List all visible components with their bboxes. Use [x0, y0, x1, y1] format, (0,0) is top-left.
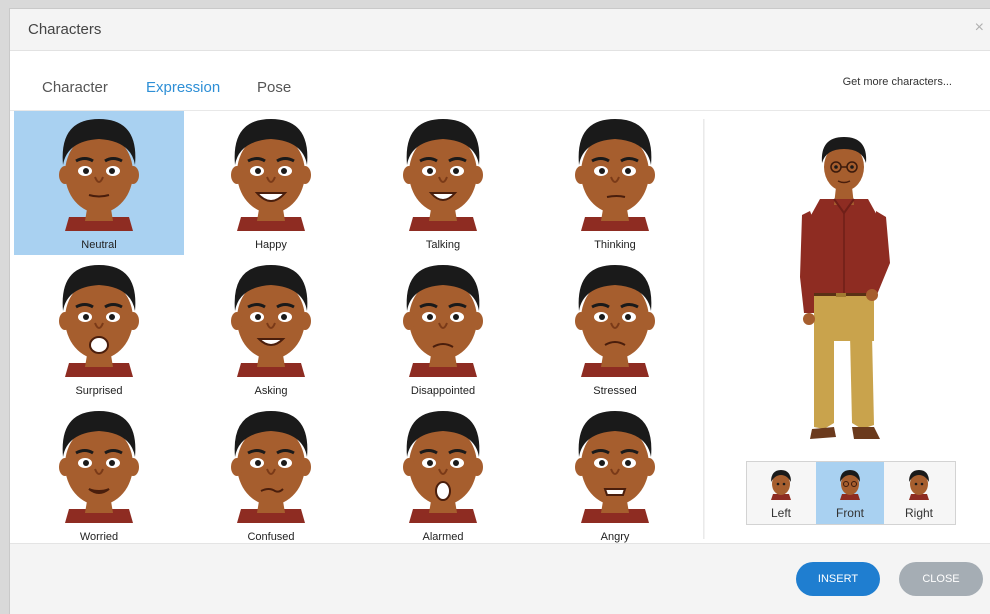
surprised-face-icon — [57, 263, 141, 379]
tab-bar: Character Expression Pose Get more chara… — [10, 50, 990, 111]
view-label: Right — [904, 506, 933, 520]
tab-pose[interactable]: Pose — [257, 79, 291, 96]
expression-happy[interactable]: Happy — [186, 111, 356, 255]
expression-label: Worried — [79, 531, 119, 543]
panel-divider — [703, 119, 705, 539]
confused-face-icon — [229, 409, 313, 525]
tab-expression[interactable]: Expression — [146, 79, 220, 96]
title-bar: Characters × — [10, 9, 990, 51]
expression-confused[interactable]: Confused — [186, 403, 356, 547]
expression-worried[interactable]: Worried — [14, 403, 184, 547]
view-front-button[interactable]: Front — [816, 462, 884, 524]
expression-label: Confused — [247, 531, 295, 543]
insert-button[interactable]: INSERT — [796, 562, 880, 596]
expression-label: Asking — [254, 385, 288, 397]
expression-label: Neutral — [81, 239, 117, 251]
close-icon[interactable]: × — [975, 19, 984, 37]
asking-face-icon — [229, 263, 313, 379]
view-label: Front — [835, 506, 864, 520]
neutral-face-icon — [57, 117, 141, 233]
view-right-button[interactable]: Right — [885, 462, 953, 524]
expression-label: Angry — [600, 531, 630, 543]
front-view-face-icon — [840, 470, 860, 500]
view-angle-selector: Left Front Right — [746, 461, 956, 525]
stressed-face-icon — [573, 263, 657, 379]
expression-thinking[interactable]: Thinking — [530, 111, 700, 255]
expression-talking[interactable]: Talking — [358, 111, 528, 255]
view-label: Left — [770, 506, 791, 520]
expression-angry[interactable]: Angry — [530, 403, 700, 547]
alarmed-face-icon — [401, 409, 485, 525]
close-button[interactable]: CLOSE — [899, 562, 983, 596]
left-view-face-icon — [771, 470, 791, 500]
expression-label: Surprised — [75, 385, 123, 397]
expression-grid: Neutral Happy Talking Thinking Surprised… — [14, 111, 704, 548]
disappointed-face-icon — [401, 263, 485, 379]
expression-surprised[interactable]: Surprised — [14, 257, 184, 401]
expression-stressed[interactable]: Stressed — [530, 257, 700, 401]
characters-dialog: Characters × Character Expression Pose G… — [9, 8, 990, 614]
angry-face-icon — [573, 409, 657, 525]
tab-character[interactable]: Character — [42, 79, 108, 96]
expression-label: Happy — [255, 239, 287, 251]
get-more-characters-link[interactable]: Get more characters... — [843, 76, 952, 88]
happy-face-icon — [229, 117, 313, 233]
expression-label: Talking — [425, 239, 461, 251]
dialog-title: Characters — [28, 21, 102, 38]
expression-neutral[interactable]: Neutral — [14, 111, 184, 255]
expression-label: Stressed — [593, 385, 637, 397]
expression-asking[interactable]: Asking — [186, 257, 356, 401]
expression-label: Thinking — [594, 239, 636, 251]
worried-face-icon — [57, 409, 141, 525]
expression-alarmed[interactable]: Alarmed — [358, 403, 528, 547]
talking-face-icon — [401, 117, 485, 233]
dialog-footer: INSERT CLOSE — [10, 543, 990, 614]
character-preview-image — [800, 137, 890, 439]
thinking-face-icon — [573, 117, 657, 233]
view-left-button[interactable]: Left — [747, 462, 815, 524]
expression-label: Disappointed — [410, 385, 476, 397]
expression-disappointed[interactable]: Disappointed — [358, 257, 528, 401]
right-view-face-icon — [909, 470, 929, 500]
expression-label: Alarmed — [422, 531, 464, 543]
